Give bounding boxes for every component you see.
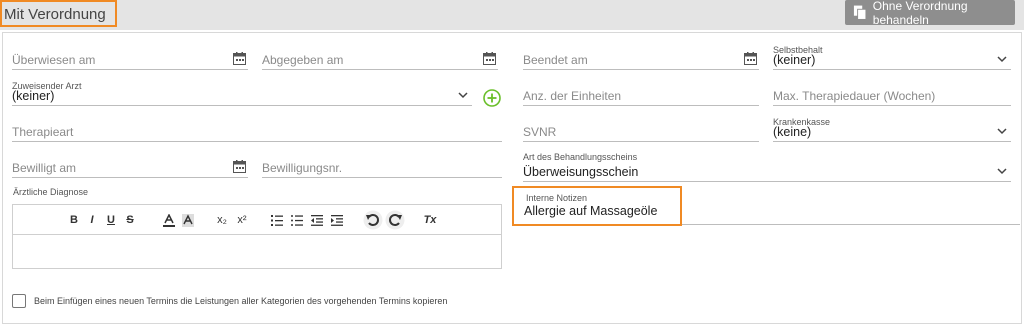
handed-in-on-field[interactable]: Abgegeben am [262,48,498,70]
chevron-down-icon [997,168,1007,175]
approval-number-field[interactable]: Bewilligungsnr. [262,156,502,178]
text-color-button[interactable] [163,213,175,227]
max-therapy-duration-field[interactable]: Max. Therapiedauer (Wochen) [773,84,1011,106]
ended-on-field[interactable]: Beendet am [523,48,759,70]
calendar-icon[interactable] [744,52,757,65]
text-color-icon [163,213,175,227]
units-count-placeholder: Anz. der Einheiten [523,89,622,103]
bullet-list-button[interactable] [291,213,303,227]
therapy-type-placeholder: Therapieart [12,125,74,139]
subscript-button[interactable]: x₂ [215,213,229,227]
calendar-icon[interactable] [483,52,496,65]
calendar-icon[interactable] [233,160,246,173]
chevron-down-icon [458,92,468,99]
approved-on-field[interactable]: Bewilligt am [12,156,248,178]
background-color-button[interactable] [182,213,194,227]
approval-number-placeholder: Bewilligungsnr. [262,161,343,175]
medical-diagnosis-editor[interactable]: B I U S x₂ x² Tx [12,204,502,269]
treatment-certificate-type-value: Überweisungsschein [523,165,639,179]
therapy-type-field[interactable]: Therapieart [12,120,502,142]
no-prescription-button-label: Ohne Verordnung behandeln [872,0,968,27]
chevron-down-icon [997,56,1007,63]
highlight-color-icon [182,213,194,227]
health-insurance-value: (keine) [773,125,812,139]
ordered-list-icon [271,214,283,226]
referring-doctor-value: (keiner) [12,89,55,103]
referred-on-field[interactable]: Überwiesen am [12,48,248,70]
svnr-field[interactable]: SVNR [523,120,759,142]
internal-notes-value: Allergie auf Massageöle [524,204,658,218]
max-therapy-duration-placeholder: Max. Therapiedauer (Wochen) [773,89,936,103]
chevron-down-icon [997,128,1007,135]
ended-on-placeholder: Beendet am [523,53,588,67]
undo-button[interactable] [363,210,383,230]
treatment-certificate-type-select[interactable]: Art des Behandlungsscheins Überweisungss… [523,152,1011,182]
approved-on-placeholder: Bewilligt am [12,161,77,175]
outdent-icon [311,214,323,226]
medical-diagnosis-label: Ärztliche Diagnose [13,187,89,197]
redo-icon [385,210,405,230]
redo-button[interactable] [385,210,405,230]
internal-notes-underline [682,224,1020,225]
strikethrough-button[interactable]: S [125,213,135,227]
deductible-value: (keiner) [773,53,816,67]
calendar-icon[interactable] [233,52,246,65]
underline-button[interactable]: U [106,213,116,227]
referring-doctor-select[interactable]: Zuweisender Arzt (keiner) [12,81,472,106]
indent-icon [331,214,343,226]
add-doctor-plus-circle-icon[interactable] [483,89,501,107]
handed-in-on-placeholder: Abgegeben am [262,53,344,67]
copy-services-option[interactable]: Beim Einfügen eines neuen Termins die Le… [12,294,447,308]
italic-button[interactable]: I [87,213,97,227]
treatment-certificate-type-label: Art des Behandlungsscheins [523,152,638,162]
internal-notes-field[interactable]: Interne Notizen Allergie auf Massageöle [512,186,682,226]
referred-on-placeholder: Überwiesen am [12,53,96,67]
undo-icon [363,210,383,230]
ordered-list-button[interactable] [271,213,283,227]
units-count-field[interactable]: Anz. der Einheiten [523,84,759,106]
bullet-list-icon [291,214,303,226]
bold-button[interactable]: B [69,213,79,227]
outdent-button[interactable] [311,213,323,227]
editor-toolbar: B I U S x₂ x² Tx [13,205,501,235]
copy-services-label: Beim Einfügen eines neuen Termins die Le… [34,296,448,306]
superscript-button[interactable]: x² [235,213,249,227]
clear-format-button[interactable]: Tx [423,213,437,227]
internal-notes-label: Interne Notizen [526,193,588,203]
document-copy-icon [853,5,867,20]
health-insurance-select[interactable]: Krankenkasse (keine) [773,117,1011,142]
copy-services-checkbox[interactable] [12,294,26,308]
indent-button[interactable] [331,213,343,227]
no-prescription-button[interactable]: Ohne Verordnung behandeln [845,0,1015,27]
deductible-select[interactable]: Selbstbehalt (keiner) [773,45,1011,70]
section-title: Mit Verordnung [0,0,117,27]
svnr-placeholder: SVNR [523,125,557,139]
